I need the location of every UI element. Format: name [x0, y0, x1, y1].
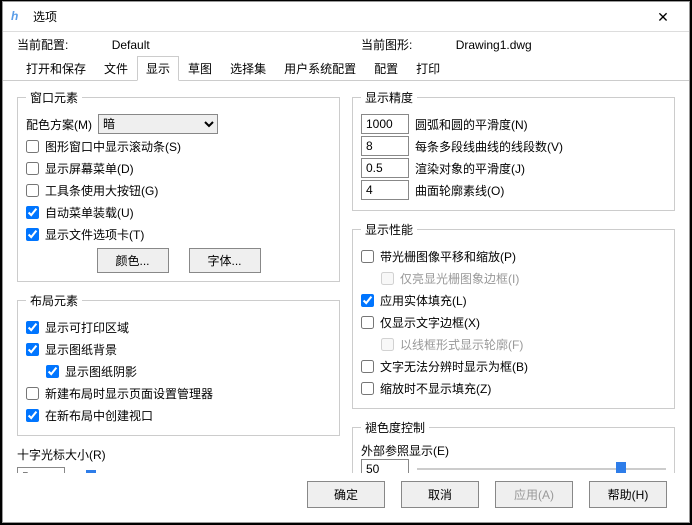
current-drawing-label: 当前图形:	[361, 38, 412, 52]
big-toolbar-checkbox[interactable]	[26, 184, 39, 197]
text-frame-label: 仅显示文字边框(X)	[380, 314, 480, 331]
window-title: 选项	[33, 8, 645, 25]
fade-legend: 褪色度控制	[361, 419, 429, 436]
color-scheme-label: 配色方案(M)	[26, 116, 92, 133]
arc-input[interactable]	[361, 114, 409, 134]
cancel-button[interactable]: 取消	[401, 481, 479, 508]
arc-label: 圆弧和圆的平滑度(N)	[415, 116, 528, 133]
create-viewport-checkbox[interactable]	[26, 409, 39, 422]
contour-label: 曲面轮廓素线(O)	[415, 182, 504, 199]
xref-input[interactable]	[361, 459, 409, 473]
solid-fill-label: 应用实体填充(L)	[380, 292, 467, 309]
tab-display[interactable]: 显示	[137, 56, 179, 81]
tab-selection[interactable]: 选择集	[221, 56, 275, 81]
performance-legend: 显示性能	[361, 221, 417, 238]
page-setup-checkbox[interactable]	[26, 387, 39, 400]
scrollbar-checkbox[interactable]	[26, 140, 39, 153]
xref-slider[interactable]	[417, 460, 666, 473]
tab-open-save[interactable]: 打开和保存	[17, 56, 95, 81]
page-setup-label: 新建布局时显示页面设置管理器	[45, 385, 213, 402]
scrollbar-label: 图形窗口中显示滚动条(S)	[45, 138, 181, 155]
auto-menu-checkbox[interactable]	[26, 206, 39, 219]
paper-bg-label: 显示图纸背景	[45, 341, 117, 358]
current-drawing-value: Drawing1.dwg	[456, 38, 532, 52]
segments-input[interactable]	[361, 136, 409, 156]
no-fill-zoom-label: 缩放时不显示填充(Z)	[380, 380, 491, 397]
printable-checkbox[interactable]	[26, 321, 39, 334]
close-button[interactable]: ✕	[645, 5, 681, 29]
file-tabs-checkbox[interactable]	[26, 228, 39, 241]
window-elements-group: 窗口元素 配色方案(M) 暗 图形窗口中显示滚动条(S) 显示屏幕菜单(D) 工…	[17, 89, 340, 282]
fade-group: 褪色度控制 外部参照显示(E) 在位编辑显示(Y)	[352, 419, 675, 473]
screen-menu-label: 显示屏幕菜单(D)	[45, 160, 134, 177]
file-tabs-label: 显示文件选项卡(T)	[45, 226, 144, 243]
wireframe-label: 以线框形式显示轮廓(F)	[400, 336, 523, 353]
fonts-button[interactable]: 字体...	[189, 248, 261, 273]
window-elements-legend: 窗口元素	[26, 89, 82, 106]
segments-label: 每条多段线曲线的线段数(V)	[415, 138, 563, 155]
app-icon: h	[11, 9, 27, 25]
xref-label: 外部参照显示(E)	[361, 442, 666, 459]
text-unreadable-label: 文字无法分辨时显示为框(B)	[380, 358, 528, 375]
big-toolbar-label: 工具条使用大按钮(G)	[45, 182, 158, 199]
help-button[interactable]: 帮助(H)	[589, 481, 667, 508]
tab-user-prefs[interactable]: 用户系统配置	[275, 56, 365, 81]
printable-label: 显示可打印区域	[45, 319, 129, 336]
text-frame-checkbox[interactable]	[361, 316, 374, 329]
solid-fill-checkbox[interactable]	[361, 294, 374, 307]
precision-legend: 显示精度	[361, 89, 417, 106]
performance-group: 显示性能 带光栅图像平移和缩放(P) 仅亮显光栅图象边框(I) 应用实体填充(L…	[352, 221, 675, 409]
apply-button: 应用(A)	[495, 481, 573, 508]
colors-button[interactable]: 颜色...	[97, 248, 169, 273]
no-fill-zoom-checkbox[interactable]	[361, 382, 374, 395]
paper-shadow-checkbox[interactable]	[46, 365, 59, 378]
wireframe-checkbox	[381, 338, 394, 351]
crosshair-label: 十字光标大小(R)	[17, 446, 340, 463]
ok-button[interactable]: 确定	[307, 481, 385, 508]
contour-input[interactable]	[361, 180, 409, 200]
render-input[interactable]	[361, 158, 409, 178]
crosshair-slider[interactable]	[73, 468, 340, 473]
render-label: 渲染对象的平滑度(J)	[415, 160, 525, 177]
tab-print[interactable]: 打印	[407, 56, 449, 81]
auto-menu-label: 自动菜单装载(U)	[45, 204, 134, 221]
color-scheme-select[interactable]: 暗	[98, 114, 218, 134]
layout-elements-legend: 布局元素	[26, 292, 82, 309]
current-config-value: Default	[112, 38, 150, 52]
paper-shadow-label: 显示图纸阴影	[65, 363, 137, 380]
raster-border-checkbox	[381, 272, 394, 285]
raster-border-label: 仅亮显光栅图象边框(I)	[400, 270, 519, 287]
tab-bar: 打开和保存 文件 显示 草图 选择集 用户系统配置 配置 打印	[3, 55, 689, 81]
precision-group: 显示精度 圆弧和圆的平滑度(N) 每条多段线曲线的线段数(V) 渲染对象的平滑度…	[352, 89, 675, 211]
raster-pan-label: 带光栅图像平移和缩放(P)	[380, 248, 516, 265]
create-viewport-label: 在新布局中创建视口	[45, 407, 153, 424]
layout-elements-group: 布局元素 显示可打印区域 显示图纸背景 显示图纸阴影 新建布局时显示页面设置管理…	[17, 292, 340, 436]
text-unreadable-checkbox[interactable]	[361, 360, 374, 373]
tab-file[interactable]: 文件	[95, 56, 137, 81]
screen-menu-checkbox[interactable]	[26, 162, 39, 175]
raster-pan-checkbox[interactable]	[361, 250, 374, 263]
tab-profiles[interactable]: 配置	[365, 56, 407, 81]
current-config-label: 当前配置:	[17, 38, 68, 52]
paper-bg-checkbox[interactable]	[26, 343, 39, 356]
tab-draft[interactable]: 草图	[179, 56, 221, 81]
